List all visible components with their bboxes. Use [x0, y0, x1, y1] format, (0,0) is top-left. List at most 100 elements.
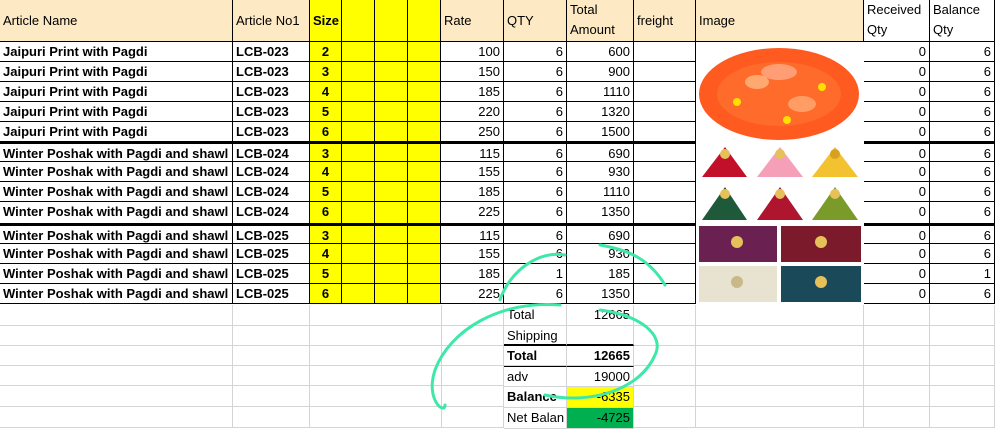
empty-cell[interactable] — [634, 305, 696, 326]
empty-cell[interactable] — [0, 386, 233, 407]
cell-blank-1[interactable] — [342, 284, 375, 304]
cell-blank-2[interactable] — [375, 202, 408, 224]
empty-cell[interactable] — [233, 325, 310, 346]
cell-amount[interactable]: 1350 — [567, 202, 634, 224]
empty-cell[interactable] — [696, 305, 864, 326]
empty-cell[interactable] — [696, 386, 864, 407]
cell-article-no[interactable]: LCB-025 — [233, 284, 310, 304]
empty-cell[interactable] — [930, 407, 995, 428]
cell-balance[interactable]: 6 — [930, 142, 995, 162]
cell-balance[interactable]: 1 — [930, 264, 995, 284]
header-size[interactable]: Size — [310, 0, 342, 42]
cell-blank-3[interactable] — [408, 224, 441, 244]
cell-qty[interactable]: 6 — [504, 182, 567, 202]
empty-cell[interactable] — [696, 407, 864, 428]
cell-freight[interactable] — [634, 202, 696, 224]
cell-qty[interactable]: 6 — [504, 82, 567, 102]
summary-total-value[interactable]: 12665 — [567, 305, 634, 326]
cell-blank-2[interactable] — [375, 102, 408, 122]
cell-size[interactable]: 6 — [310, 122, 342, 142]
empty-cell[interactable] — [233, 365, 310, 386]
cell-blank-1[interactable] — [342, 182, 375, 202]
header-image[interactable]: Image — [696, 0, 864, 42]
empty-cell[interactable] — [310, 345, 442, 366]
cell-balance[interactable]: 6 — [930, 102, 995, 122]
cell-article-name[interactable]: Winter Poshak with Pagdi and shawl — [0, 224, 233, 244]
cell-blank-3[interactable] — [408, 142, 441, 162]
summary-net-balance-label[interactable]: Net Balan — [504, 408, 567, 429]
summary-grand-total-label[interactable]: Total — [504, 346, 567, 366]
summary-adv-value[interactable]: 19000 — [567, 366, 634, 387]
empty-cell[interactable] — [233, 386, 310, 407]
empty-cell[interactable] — [634, 365, 696, 386]
cell-received[interactable]: 0 — [864, 182, 930, 202]
empty-cell[interactable] — [696, 345, 864, 366]
cell-freight[interactable] — [634, 244, 696, 264]
cell-qty[interactable]: 6 — [504, 102, 567, 122]
image-lcb-024[interactable] — [697, 142, 863, 224]
empty-cell[interactable] — [634, 325, 696, 346]
cell-received[interactable]: 0 — [864, 122, 930, 142]
cell-article-no[interactable]: LCB-025 — [233, 264, 310, 284]
empty-cell[interactable] — [930, 305, 995, 326]
cell-rate[interactable]: 225 — [441, 202, 504, 224]
cell-qty[interactable]: 6 — [504, 142, 567, 162]
cell-size[interactable]: 3 — [310, 142, 342, 162]
cell-blank-2[interactable] — [375, 264, 408, 284]
cell-balance[interactable]: 6 — [930, 224, 995, 244]
cell-amount[interactable]: 690 — [567, 224, 634, 244]
cell-received[interactable]: 0 — [864, 62, 930, 82]
cell-article-no[interactable]: LCB-023 — [233, 102, 310, 122]
cell-qty[interactable]: 6 — [504, 162, 567, 182]
header-balance-qty[interactable]: Balance Qty — [930, 0, 995, 42]
cell-rate[interactable]: 155 — [441, 162, 504, 182]
cell-article-no[interactable]: LCB-023 — [233, 62, 310, 82]
cell-article-name[interactable]: Jaipuri Print with Pagdi — [0, 122, 233, 142]
summary-shipping-value[interactable] — [567, 326, 634, 346]
cell-amount[interactable]: 1110 — [567, 82, 634, 102]
cell-blank-3[interactable] — [408, 62, 441, 82]
cell-amount[interactable]: 930 — [567, 244, 634, 264]
cell-blank-1[interactable] — [342, 42, 375, 62]
cell-amount[interactable]: 690 — [567, 142, 634, 162]
cell-qty[interactable]: 6 — [504, 224, 567, 244]
cell-blank-3[interactable] — [408, 244, 441, 264]
cell-article-no[interactable]: LCB-025 — [233, 244, 310, 264]
cell-blank-3[interactable] — [408, 42, 441, 62]
cell-received[interactable]: 0 — [864, 224, 930, 244]
empty-cell[interactable] — [441, 365, 504, 386]
empty-cell[interactable] — [930, 386, 995, 407]
cell-blank-3[interactable] — [408, 102, 441, 122]
cell-qty[interactable]: 6 — [504, 244, 567, 264]
empty-cell[interactable] — [441, 325, 504, 346]
cell-size[interactable]: 4 — [310, 244, 342, 264]
cell-article-no[interactable]: LCB-024 — [233, 202, 310, 224]
cell-freight[interactable] — [634, 224, 696, 244]
empty-cell[interactable] — [441, 345, 504, 366]
cell-amount[interactable]: 1500 — [567, 122, 634, 142]
empty-cell[interactable] — [0, 365, 233, 386]
empty-cell[interactable] — [310, 407, 442, 428]
header-blank-2[interactable] — [375, 0, 408, 42]
cell-blank-3[interactable] — [408, 122, 441, 142]
cell-received[interactable]: 0 — [864, 102, 930, 122]
empty-cell[interactable] — [930, 365, 995, 386]
cell-blank-3[interactable] — [408, 284, 441, 304]
cell-article-name[interactable]: Winter Poshak with Pagdi and shawl — [0, 284, 233, 304]
cell-article-name[interactable]: Winter Poshak with Pagdi and shawl — [0, 202, 233, 224]
summary-balance-label[interactable]: Balance — [504, 387, 567, 408]
cell-freight[interactable] — [634, 122, 696, 142]
cell-amount[interactable]: 185 — [567, 264, 634, 284]
empty-cell[interactable] — [634, 407, 696, 428]
cell-rate[interactable]: 225 — [441, 284, 504, 304]
cell-article-name[interactable]: Winter Poshak with Pagdi and shawl — [0, 244, 233, 264]
cell-amount[interactable]: 900 — [567, 62, 634, 82]
header-freight[interactable]: freight — [634, 0, 696, 42]
cell-blank-2[interactable] — [375, 62, 408, 82]
cell-qty[interactable]: 6 — [504, 202, 567, 224]
cell-size[interactable]: 4 — [310, 82, 342, 102]
cell-rate[interactable]: 115 — [441, 224, 504, 244]
cell-freight[interactable] — [634, 182, 696, 202]
cell-article-no[interactable]: LCB-024 — [233, 142, 310, 162]
cell-size[interactable]: 3 — [310, 224, 342, 244]
